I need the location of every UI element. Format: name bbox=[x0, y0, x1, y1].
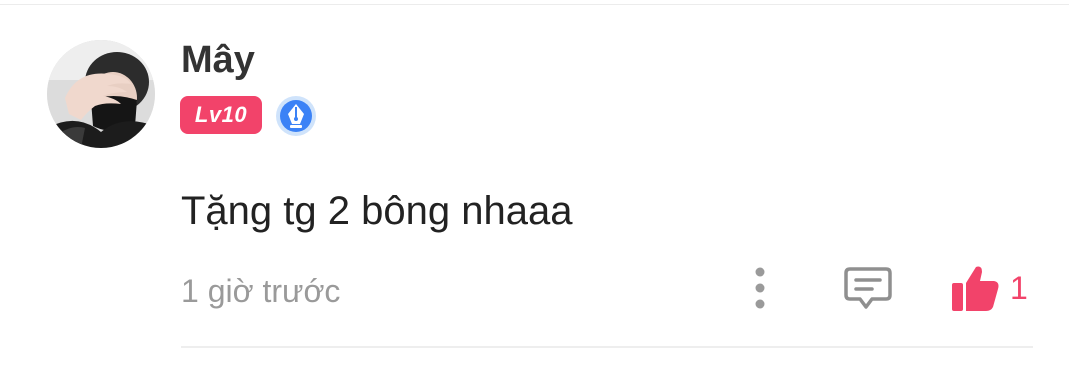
bottom-divider bbox=[181, 346, 1033, 348]
avatar[interactable] bbox=[47, 40, 155, 148]
more-vertical-icon[interactable] bbox=[744, 264, 776, 312]
comment-icon[interactable] bbox=[842, 264, 894, 312]
like-count: 1 bbox=[1010, 270, 1028, 306]
username[interactable]: Mây bbox=[181, 38, 255, 82]
level-badge: Lv10 bbox=[180, 96, 262, 134]
comment-text: Tặng tg 2 bông nhaaa bbox=[181, 189, 573, 233]
pen-nib-icon bbox=[275, 95, 317, 137]
top-divider bbox=[0, 4, 1069, 5]
like-button[interactable]: 1 bbox=[948, 260, 1028, 316]
timestamp: 1 giờ trước bbox=[181, 273, 341, 309]
avatar-image bbox=[47, 40, 155, 148]
thumbs-up-icon bbox=[952, 266, 999, 311]
